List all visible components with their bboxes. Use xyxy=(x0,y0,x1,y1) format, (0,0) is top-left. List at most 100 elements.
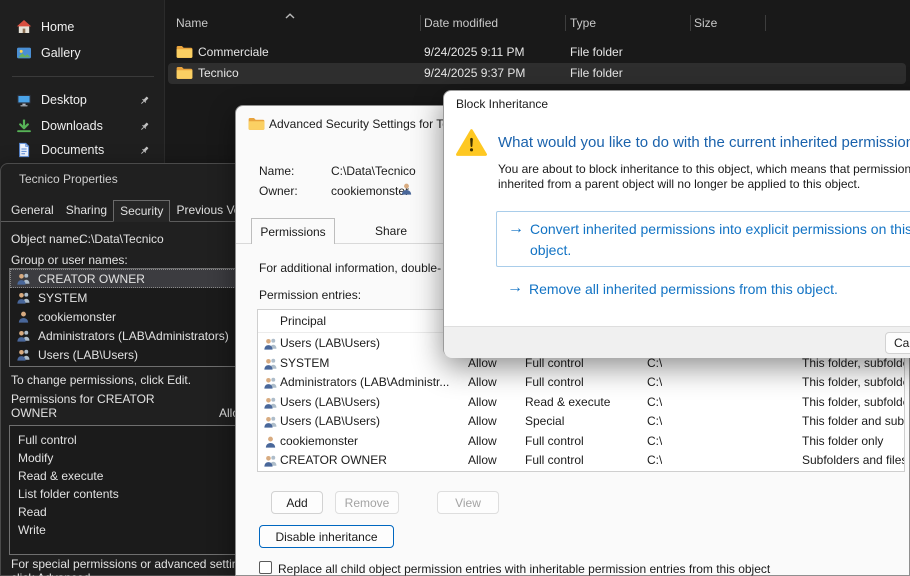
sidebar-item-label: Gallery xyxy=(41,46,81,60)
user-icon xyxy=(263,435,278,448)
dialog-title: Tecnico Properties xyxy=(19,164,118,194)
permission-entry-row[interactable]: cookiemonster Allow Full control C:\ Thi… xyxy=(258,432,904,452)
group-user-names-label: Group or user names: xyxy=(11,253,128,267)
entry-applies-to: This folder and subf... xyxy=(802,412,905,432)
pin-icon xyxy=(139,121,150,132)
entry-principal: SYSTEM xyxy=(280,354,462,374)
convert-permissions-option[interactable]: → Convert inherited permissions into exp… xyxy=(496,211,910,267)
entry-principal: Users (LAB\Users) xyxy=(280,412,462,432)
entry-access: Full control xyxy=(525,373,584,393)
dialog-footer: Cancel xyxy=(444,326,910,358)
group-icon xyxy=(16,272,31,285)
permission-entry-row[interactable]: Administrators (LAB\Administr... Allow F… xyxy=(258,373,904,393)
sidebar-item-desktop[interactable]: Desktop xyxy=(8,87,158,113)
entry-access: Full control xyxy=(525,432,584,452)
object-name-value: C:\Data\Tecnico xyxy=(79,232,164,246)
folder-icon xyxy=(248,117,265,131)
permissions-for-label: OWNER xyxy=(11,406,57,420)
tab-share[interactable]: Share xyxy=(346,218,436,244)
view-button[interactable]: View xyxy=(437,491,499,514)
permission-entries-label: Permission entries: xyxy=(259,288,361,302)
tab-sharing[interactable]: Sharing xyxy=(60,200,113,222)
tab-label: Share xyxy=(375,224,407,238)
permission-entry-row[interactable]: Users (LAB\Users) Allow Special C:\ This… xyxy=(258,412,904,432)
disable-inheritance-button[interactable]: Disable inheritance xyxy=(259,525,394,548)
remove-button[interactable]: Remove xyxy=(335,491,399,514)
column-separator xyxy=(690,15,691,31)
advanced-hint: click Advanced. xyxy=(11,571,94,576)
entry-principal: Users (LAB\Users) xyxy=(280,334,462,354)
sidebar-item-downloads[interactable]: Downloads xyxy=(8,113,158,139)
block-inheritance-dialog: Block Inheritance What would you like to… xyxy=(443,90,910,357)
entry-principal: Administrators (LAB\Administr... xyxy=(280,373,462,393)
entry-principal: Users (LAB\Users) xyxy=(280,393,462,413)
warning-icon xyxy=(456,128,487,157)
replace-child-permissions-checkbox[interactable] xyxy=(259,561,272,574)
advanced-hint: For special permissions or advanced sett… xyxy=(11,557,254,571)
column-header-type[interactable]: Type xyxy=(570,12,596,34)
column-header-principal[interactable]: Principal xyxy=(280,310,326,333)
dialog-heading: What would you like to do with the curre… xyxy=(498,134,910,151)
documents-icon xyxy=(16,142,32,158)
folder-icon xyxy=(176,66,193,80)
screen: Home Gallery Desktop Downloads Documents… xyxy=(0,0,910,576)
group-icon xyxy=(263,454,278,467)
command-arrow-icon: → xyxy=(508,220,524,238)
folder-icon xyxy=(176,45,193,59)
add-button[interactable]: Add xyxy=(271,491,323,514)
remove-permissions-option[interactable]: → Remove all inherited permissions from … xyxy=(496,277,910,305)
column-header-size[interactable]: Size xyxy=(694,12,717,34)
group-icon xyxy=(263,337,278,350)
sidebar-item-label: Downloads xyxy=(41,119,103,133)
sort-ascending-icon xyxy=(285,13,295,19)
cancel-button[interactable]: Cancel xyxy=(885,332,910,354)
file-name: Commerciale xyxy=(198,42,269,63)
command-arrow-icon: → xyxy=(507,279,523,297)
owner-label: Owner: xyxy=(259,184,298,198)
pin-icon xyxy=(139,95,150,106)
entry-inherited-from: C:\ xyxy=(647,393,662,413)
command-link-label: Convert inherited permissions into expli… xyxy=(530,219,910,261)
home-icon xyxy=(16,19,32,35)
permission-entry-row[interactable]: Users (LAB\Users) Allow Read & execute C… xyxy=(258,393,904,413)
entry-inherited-from: C:\ xyxy=(647,412,662,432)
sidebar-item-documents[interactable]: Documents xyxy=(8,137,158,163)
user-icon xyxy=(16,310,31,323)
column-header-date-modified[interactable]: Date modified xyxy=(424,12,498,34)
column-separator xyxy=(420,15,421,31)
entry-applies-to: This folder, subfolde... xyxy=(802,373,905,393)
entry-applies-to: Subfolders and files ... xyxy=(802,451,905,471)
additional-info-text: For additional information, double- xyxy=(259,261,441,275)
file-row-tecnico[interactable]: Tecnico 9/24/2025 9:37 PM File folder xyxy=(168,63,906,84)
file-list-header: Name Date modified Type Size xyxy=(165,12,910,34)
command-link-label: Remove all inherited permissions from th… xyxy=(529,279,838,300)
file-row-commerciale[interactable]: Commerciale 9/24/2025 9:11 PM File folde… xyxy=(168,42,906,63)
owner-value: cookiemonster xyxy=(331,184,409,198)
tab-permissions[interactable]: Permissions xyxy=(251,218,335,244)
file-date-modified: 9/24/2025 9:37 PM xyxy=(424,63,525,84)
group-item-label: CREATOR OWNER xyxy=(38,272,145,286)
tab-label: Permissions xyxy=(260,225,325,239)
tab-security[interactable]: Security xyxy=(113,200,170,222)
group-item-label: cookiemonster xyxy=(38,310,116,324)
group-icon xyxy=(263,415,278,428)
tab-general[interactable]: General xyxy=(5,200,60,222)
column-separator xyxy=(565,15,566,31)
group-icon xyxy=(263,357,278,370)
group-icon xyxy=(263,396,278,409)
column-header-name[interactable]: Name xyxy=(176,12,208,34)
entry-inherited-from: C:\ xyxy=(647,451,662,471)
entry-access: Special xyxy=(525,412,564,432)
permission-entry-row[interactable]: CREATOR OWNER Allow Full control C:\ Sub… xyxy=(258,451,904,471)
entry-access: Full control xyxy=(525,451,584,471)
desktop-icon xyxy=(16,92,32,108)
group-item-label: Users (LAB\Users) xyxy=(38,348,138,362)
group-icon xyxy=(16,348,31,361)
sidebar-item-home[interactable]: Home xyxy=(8,14,158,40)
group-icon xyxy=(263,376,278,389)
sidebar-item-gallery[interactable]: Gallery xyxy=(8,40,158,66)
entry-inherited-from: C:\ xyxy=(647,432,662,452)
group-icon xyxy=(16,291,31,304)
group-icon xyxy=(16,329,31,342)
sidebar-item-label: Desktop xyxy=(41,93,87,107)
